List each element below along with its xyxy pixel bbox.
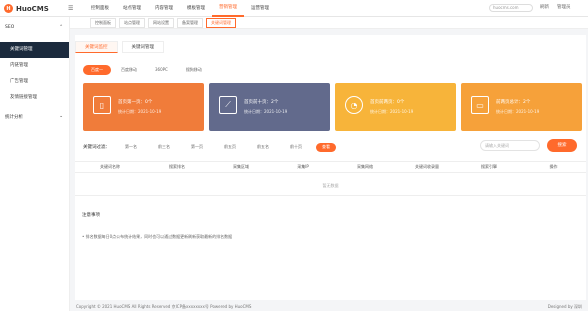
- sidebar-group-seo[interactable]: SEO ⌃: [0, 17, 69, 30]
- stat-card: ◔ 首页前两页：0个 统计日期：2021-10-19: [335, 83, 456, 131]
- filter-chip[interactable]: 第一名: [116, 143, 146, 152]
- pill-sogou-mobile[interactable]: 搜狗移动: [178, 65, 210, 75]
- stat-card-title: 首页前两页：0个: [370, 100, 405, 105]
- stat-card: ▯ 首页第一页：0个 统计日期：2021-10-19: [83, 83, 204, 131]
- divider: [75, 195, 586, 196]
- main-content: 关键词监控 关键词管理 百度一 百度移动 360PC 搜狗移动 ▯ 首页第一页：…: [75, 35, 586, 300]
- sidebar: SEO ⌃ 关键词管理 内链管理 广告管理 友情链接管理 统计分析 ⌄: [0, 17, 70, 311]
- stat-card-title: 首页第一页：0个: [118, 100, 153, 105]
- pill-360pc[interactable]: 360PC: [147, 65, 176, 75]
- chevron-down-icon: ⌄: [59, 114, 63, 119]
- filter-chip[interactable]: 前三名: [149, 143, 179, 152]
- stat-card-date: 统计日期：2021-10-19: [118, 109, 162, 114]
- table-header: 关键词名称 搜索排名 采集区域 采集IP 采集网络 关键词收录量 搜索引擎 操作: [75, 161, 586, 173]
- filter-label: 关键词过滤：: [83, 145, 110, 150]
- topnav-marketing[interactable]: 营销管理: [212, 0, 244, 17]
- topnav-template[interactable]: 模板管理: [180, 0, 212, 17]
- sidebar-group-label: 统计分析: [5, 115, 23, 120]
- tab-filing[interactable]: 备案管理: [177, 17, 203, 28]
- pill-baidu[interactable]: 百度一: [83, 65, 111, 75]
- col-keyword: 关键词名称: [100, 164, 120, 169]
- page-tab-bar: 控制面板 站点管理 网站设置 备案管理 关键词管理: [70, 17, 588, 29]
- menu-toggle-icon[interactable]: ☰: [68, 5, 73, 12]
- footer-designed-by: Designed by 深圳: [547, 304, 582, 309]
- footer-copyright: Copyright © 2021 HuoCMS All Rights Reser…: [76, 304, 252, 309]
- topnav-content[interactable]: 内容管理: [148, 0, 180, 17]
- col-region: 采集区域: [233, 164, 249, 169]
- logo-icon: H: [4, 4, 13, 13]
- stat-card-date: 统计日期：2021-10-19: [370, 109, 414, 114]
- filter-chip[interactable]: 第一页: [182, 143, 212, 152]
- sidebar-item-internal-links[interactable]: 内链管理: [0, 58, 69, 74]
- line-chart-icon: ⟋: [219, 96, 237, 114]
- site-url-field[interactable]: huocms.com: [489, 4, 533, 12]
- stat-card-date: 统计日期：2021-10-19: [244, 109, 288, 114]
- sidebar-item-friend-links[interactable]: 友情链接管理: [0, 90, 69, 106]
- tab-site[interactable]: 站点管理: [119, 17, 145, 28]
- tab-site-settings[interactable]: 网站设置: [148, 17, 174, 28]
- col-indexed: 关键词收录量: [415, 164, 439, 169]
- stat-card-title: 前两页总计：2个: [496, 100, 531, 105]
- presentation-chart-icon: ▯: [93, 96, 111, 114]
- pill-baidu-mobile[interactable]: 百度移动: [113, 65, 145, 75]
- filter-chip[interactable]: 前十页: [281, 143, 311, 152]
- topnav-dashboard[interactable]: 控制面板: [84, 0, 116, 17]
- empty-state: 暂无数据: [322, 183, 339, 188]
- sidebar-item-ads[interactable]: 广告管理: [0, 74, 69, 90]
- refresh-link[interactable]: 刷新: [540, 4, 549, 10]
- filter-chip[interactable]: 前五名: [248, 143, 278, 152]
- subtab-keyword-monitor[interactable]: 关键词监控: [75, 41, 118, 53]
- sidebar-item-keywords[interactable]: 关键词管理: [0, 42, 69, 58]
- tab-keywords[interactable]: 关键词管理: [206, 17, 236, 28]
- user-menu[interactable]: 管理员: [557, 4, 571, 10]
- col-engine: 搜索引擎: [481, 164, 497, 169]
- topnav-site[interactable]: 站点管理: [116, 0, 148, 17]
- logo[interactable]: H HuoCMS: [4, 3, 49, 14]
- subtab-keyword-manage[interactable]: 关键词管理: [121, 41, 164, 53]
- search-button[interactable]: 搜索: [547, 139, 577, 152]
- tab-dashboard[interactable]: 控制面板: [90, 17, 116, 28]
- keyword-search-input[interactable]: 请输入关键词: [480, 140, 540, 151]
- stat-card: ⟋ 首页前十页：2个 统计日期：2021-10-19: [209, 83, 330, 131]
- notice-title: 注意事项: [82, 213, 100, 218]
- col-actions: 操作: [549, 164, 558, 169]
- query-button[interactable]: 查看: [316, 142, 336, 152]
- chevron-up-icon: ⌃: [59, 25, 63, 30]
- stat-card-title: 首页前十页：2个: [244, 100, 279, 105]
- notice-item: • 排名数据每日0点公布统计结果，同时也可以通过数据更新刷新获取最新的排名数据: [82, 234, 233, 239]
- stat-card-date: 统计日期：2021-10-19: [496, 109, 540, 114]
- filter-chip[interactable]: 前五页: [215, 143, 245, 152]
- sidebar-group-label: SEO: [5, 25, 15, 30]
- col-network: 采集网络: [357, 164, 373, 169]
- footer: Copyright © 2021 HuoCMS All Rights Reser…: [70, 303, 588, 311]
- pie-chart-icon: ◔: [345, 96, 363, 114]
- presentation-board-icon: ▭: [471, 96, 489, 114]
- col-rank: 搜索排名: [169, 164, 185, 169]
- top-bar: H HuoCMS ☰ 控制面板 站点管理 内容管理 模板管理 营销管理 运营管理…: [0, 0, 588, 17]
- logo-text: HuoCMS: [16, 4, 49, 13]
- sidebar-group-stats[interactable]: 统计分析 ⌄: [0, 106, 69, 120]
- stat-cards: ▯ 首页第一页：0个 统计日期：2021-10-19 ⟋ 首页前十页：2个 统计…: [83, 83, 582, 131]
- search-engine-pills: 百度一 百度移动 360PC 搜狗移动: [83, 65, 210, 75]
- sub-tabs: 关键词监控 关键词管理: [75, 41, 168, 53]
- col-ip: 采集IP: [297, 164, 309, 169]
- stat-card: ▭ 前两页总计：2个 统计日期：2021-10-19: [461, 83, 582, 131]
- topnav-operation[interactable]: 运营管理: [244, 0, 276, 17]
- top-nav: 控制面板 站点管理 内容管理 模板管理 营销管理 运营管理: [84, 0, 276, 17]
